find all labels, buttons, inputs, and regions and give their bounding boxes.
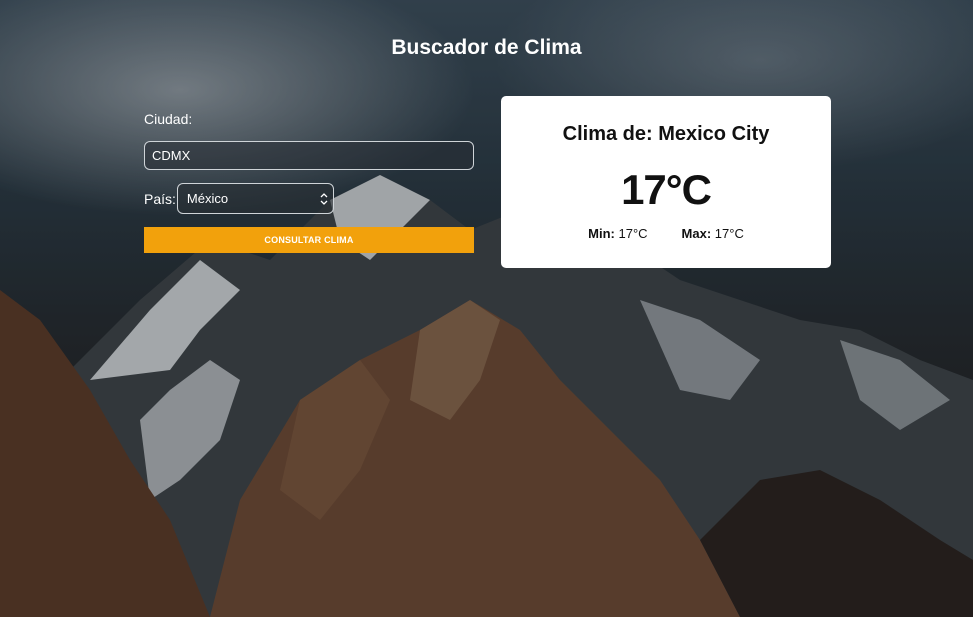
- max-value: 17°C: [714, 226, 744, 241]
- min-label: Min:: [588, 226, 615, 241]
- result-title: Clima de: Mexico City: [562, 123, 770, 145]
- min-temperature: Min: 17°C: [588, 226, 647, 241]
- dark-overlay: [0, 0, 973, 617]
- city-label: Ciudad:: [144, 111, 193, 127]
- max-label: Max:: [681, 226, 712, 241]
- weather-search-form: Ciudad: País: México CONSULTAR CLIMA: [144, 111, 474, 253]
- page-title: Buscador de Clima: [391, 36, 582, 59]
- chevron-updown-icon: [320, 193, 328, 205]
- country-row: País: México: [144, 183, 474, 214]
- max-temperature: Max: 17°C: [682, 226, 744, 241]
- country-selected-value: México: [186, 191, 229, 206]
- weather-result-card: Clima de: Mexico City 17°C Min: 17°C Max…: [501, 96, 831, 268]
- city-input[interactable]: [144, 141, 474, 170]
- consult-weather-button[interactable]: CONSULTAR CLIMA: [144, 227, 474, 253]
- min-max-row: Min: 17°C Max: 17°C: [501, 226, 831, 241]
- country-select[interactable]: México: [176, 183, 334, 214]
- min-value: 17°C: [618, 226, 648, 241]
- country-label: País:: [144, 190, 176, 207]
- current-temperature: 17°C: [621, 166, 712, 213]
